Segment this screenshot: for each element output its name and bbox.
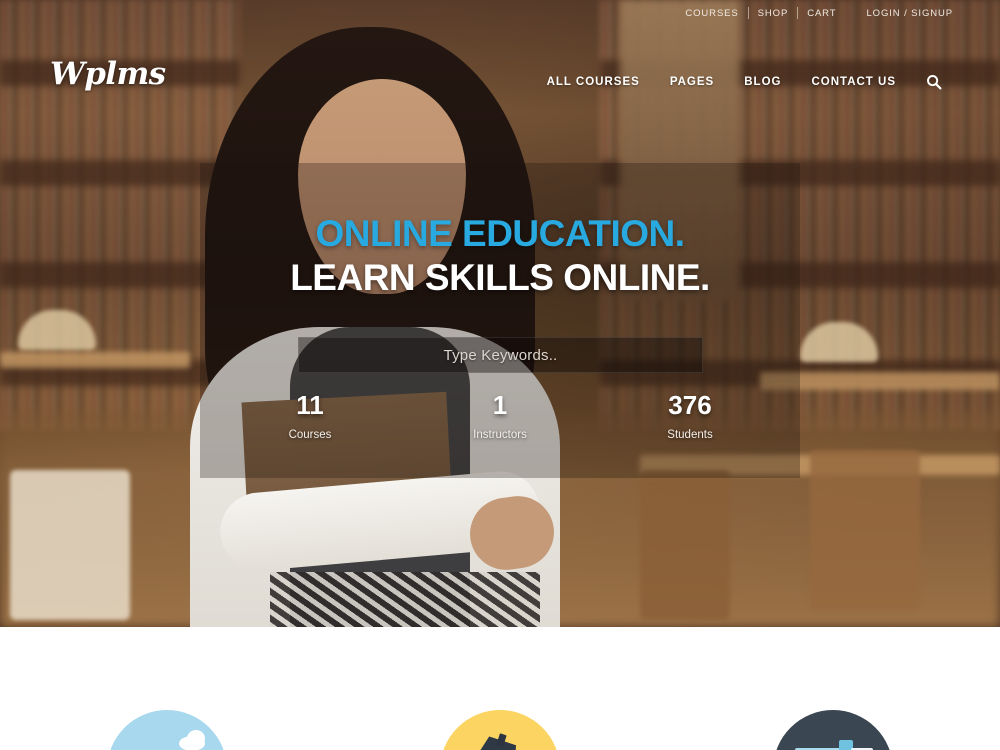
main-menu: ALL COURSES PAGES BLOG CONTACT US — [547, 74, 942, 90]
stat-instructors: 1 Instructors — [445, 391, 555, 441]
hero-section: COURSES SHOP CART LOGIN / SIGNUP Wplms A… — [0, 0, 1000, 627]
features-section — [0, 627, 1000, 750]
desk-lamp-icon — [439, 710, 560, 750]
clouds-icon — [106, 710, 227, 750]
hero-overlay-panel: ONLINE EDUCATION. LEARN SKILLS ONLINE. T… — [200, 163, 800, 478]
feature-item-1[interactable] — [42, 710, 292, 750]
stat-instructors-number: 1 — [492, 390, 508, 420]
page-root: COURSES SHOP CART LOGIN / SIGNUP Wplms A… — [0, 0, 1000, 750]
main-navigation-bar: Wplms ALL COURSES PAGES BLOG CONTACT US — [0, 26, 1000, 92]
stat-courses-number: 11 — [296, 390, 324, 420]
site-logo[interactable]: Wplms — [50, 56, 166, 92]
nav-item-pages[interactable]: PAGES — [670, 76, 714, 88]
feature-item-2[interactable] — [375, 710, 625, 750]
hero-headline-line1: ONLINE EDUCATION. — [315, 213, 685, 254]
search-icon[interactable] — [926, 74, 942, 90]
hero-search-placeholder: Type Keywords.. — [443, 346, 558, 364]
library-chair — [10, 470, 130, 620]
library-chair — [640, 470, 730, 620]
nav-item-blog[interactable]: BLOG — [744, 76, 781, 88]
stat-instructors-label: Instructors — [473, 428, 527, 441]
topbar-link-courses[interactable]: COURSES — [676, 8, 747, 19]
hero-search-input[interactable]: Type Keywords.. — [298, 337, 703, 373]
nav-item-contact-us[interactable]: CONTACT US — [811, 76, 896, 88]
open-book-icon — [773, 710, 894, 750]
top-utility-bar: COURSES SHOP CART LOGIN / SIGNUP — [0, 0, 1000, 26]
nav-item-all-courses[interactable]: ALL COURSES — [547, 76, 640, 88]
topbar-link-cart[interactable]: CART — [798, 8, 845, 19]
topbar-link-shop[interactable]: SHOP — [749, 8, 798, 19]
stat-courses-label: Courses — [288, 428, 332, 441]
library-chair — [810, 450, 920, 610]
stat-students: 376 Students — [635, 391, 745, 441]
feature-icon-row — [0, 710, 1000, 750]
hero-stats: 11 Courses 1 Instructors 376 Students — [255, 391, 745, 441]
stat-courses: 11 Courses — [255, 391, 365, 441]
feature-item-3[interactable] — [708, 710, 958, 750]
hero-headline-line2: LEARN SKILLS ONLINE. — [290, 256, 710, 298]
stat-students-number: 376 — [668, 390, 712, 420]
stat-students-label: Students — [667, 428, 713, 441]
hero-headline: ONLINE EDUCATION. LEARN SKILLS ONLINE. — [200, 213, 800, 300]
topbar-link-login-signup[interactable]: LOGIN / SIGNUP — [857, 8, 962, 19]
